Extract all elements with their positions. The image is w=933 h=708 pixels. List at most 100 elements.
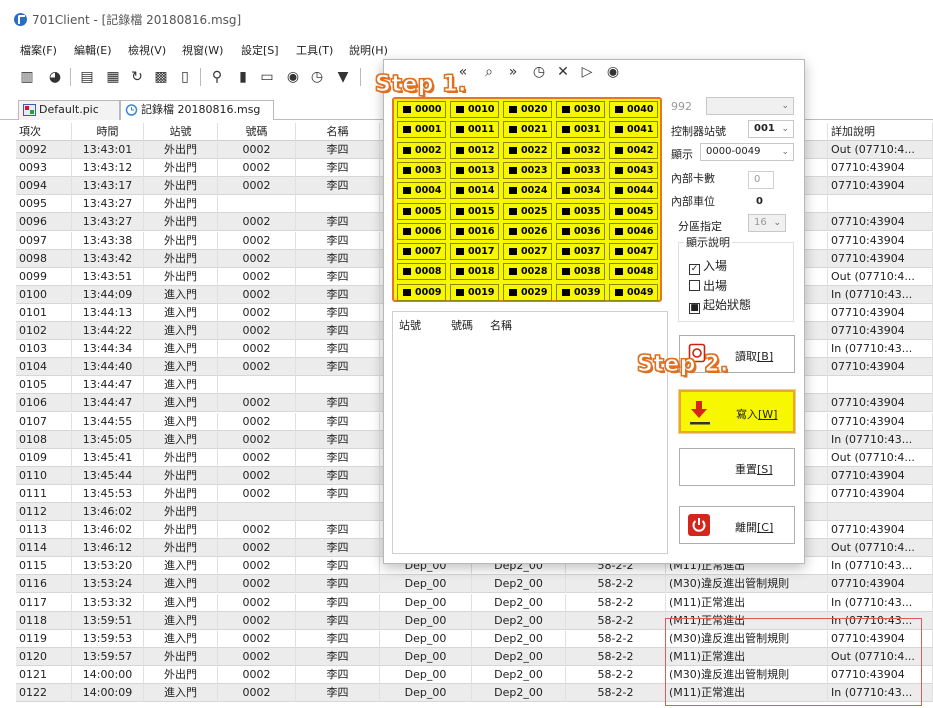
io-point-button[interactable]: 0040 [609,101,658,118]
menu-settings[interactable]: 設定[S] [241,42,279,58]
play-icon[interactable]: ▷ [578,63,596,81]
io-point-button[interactable]: 0012 [450,141,499,159]
io-point-button[interactable]: 0014 [450,182,499,200]
reset-button[interactable]: 重置[S] [679,448,795,486]
io-point-button[interactable]: 0005 [397,202,446,220]
io-point-button[interactable]: 0024 [503,182,552,200]
write-button-label: 寫入 [736,408,758,421]
tab-log-file[interactable]: 記錄檔 20180816.msg [120,100,274,120]
table-row[interactable]: 0117 13:53:32 進入門 0002 李四 Dep_00 Dep2_00 58-2-2… [16,593,933,612]
tab-default-pic[interactable]: Default.pic [18,100,120,120]
calendar-icon[interactable]: ▦ [104,68,122,86]
io-point-button[interactable]: 0007 [397,243,446,261]
checked-icon: ✓ [689,264,700,275]
step2-annotation: Step 2. [637,352,729,378]
grid-cell: 李四 [296,141,380,159]
io-point-button[interactable]: 0044 [609,182,658,200]
io-point-button[interactable]: 0010 [450,101,499,118]
io-point-button[interactable]: 0042 [609,141,658,159]
io-point-button[interactable]: 0021 [503,121,552,139]
grid-cell: 外出門 [144,177,218,196]
io-point-button[interactable]: 0028 [503,263,552,281]
next-icon[interactable]: » [504,63,522,81]
io-point-button[interactable]: 0033 [556,161,605,179]
menu-window[interactable]: 視窗(W) [182,42,223,58]
io-point-button[interactable]: 0041 [609,121,658,139]
io-point-button[interactable]: 0008 [397,263,446,281]
io-point-button[interactable]: 0009 [397,283,446,301]
menu-tools[interactable]: 工具(T) [296,42,333,58]
io-point-button[interactable]: 0032 [556,141,605,159]
car-slot-label: 內部車位 [671,195,715,208]
io-point-button[interactable]: 0043 [609,161,658,179]
io-point-button[interactable]: 0000 [397,101,446,118]
read-button-label: 讀取 [735,350,757,363]
exit-button[interactable]: 離開[C] [679,506,795,544]
card-icon[interactable]: ▮ [234,68,252,86]
io-point-button[interactable]: 0004 [397,182,446,200]
io-point-button[interactable]: 0022 [503,141,552,159]
history-icon[interactable]: ◷ [530,63,548,81]
filter-icon[interactable]: ▼ [334,68,352,86]
io-point-button[interactable]: 0029 [503,283,552,301]
io-point-button[interactable]: 0030 [556,101,605,118]
grid-cell: 進入門 [144,611,218,630]
io-point-button[interactable]: 0031 [556,121,605,139]
io-point-button[interactable]: 0006 [397,222,446,240]
menu-help[interactable]: 說明(H) [349,42,388,58]
search-icon[interactable]: ⌕ [480,63,498,81]
io-point-button[interactable]: 0011 [450,121,499,139]
io-point-button[interactable]: 0049 [609,283,658,301]
menu-file[interactable]: 檔案(F) [20,42,57,58]
io-point-button[interactable]: 0001 [397,121,446,139]
preview-icon[interactable]: ◕ [46,68,64,86]
grid-cell: Dep2_00 [472,593,566,612]
io-point-button[interactable]: 0046 [609,222,658,240]
pin-icon[interactable]: ✕ [554,63,572,81]
grid-cell: 外出門 [144,448,218,467]
io-point-button[interactable]: 0013 [450,161,499,179]
users-icon[interactable]: ⚲ [208,68,226,86]
database-icon[interactable]: ▩ [152,68,170,86]
io-point-button[interactable]: 0045 [609,202,658,220]
table-row[interactable]: 0116 13:53:24 進入門 0002 李四 Dep_00 Dep2_00 58-2-2… [16,575,933,594]
io-point-button[interactable]: 0018 [450,263,499,281]
write-button[interactable]: 寫入[W] [679,390,795,433]
grid-cell: 李四 [296,430,380,449]
stop-icon[interactable]: ◉ [604,63,622,81]
archive-icon[interactable]: ▭ [258,68,276,86]
io-point-button[interactable]: 0002 [397,141,446,159]
menu-edit[interactable]: 編輯(E) [74,42,112,58]
controller-select[interactable]: 001 ⌄ [748,120,794,138]
io-point-button[interactable]: 0025 [503,202,552,220]
io-point-button[interactable]: 0047 [609,243,658,261]
io-point-button[interactable]: 0037 [556,243,605,261]
clock-icon[interactable]: ◷ [308,68,326,86]
io-point-button[interactable]: 0048 [609,263,658,281]
io-point-button[interactable]: 0003 [397,161,446,179]
lock-icon[interactable]: ◉ [284,68,302,86]
legend-start: ■ 起始狀態 [689,296,751,314]
edit-icon[interactable]: ▤ [78,68,96,86]
station-list[interactable]: 站號 號碼 名稱 [392,311,668,554]
io-point-button[interactable]: 0015 [450,202,499,220]
io-point-button[interactable]: 0020 [503,101,552,118]
menu-view[interactable]: 檢視(V) [128,42,166,58]
io-point-button[interactable]: 0027 [503,243,552,261]
io-point-button[interactable]: 0023 [503,161,552,179]
print-icon[interactable]: ▥ [18,68,36,86]
refresh-icon[interactable]: ↻ [128,68,146,86]
grid-cell: 進入門 [144,358,218,377]
io-point-button[interactable]: 0038 [556,263,605,281]
io-point-button[interactable]: 0019 [450,283,499,301]
io-point-button[interactable]: 0026 [503,222,552,240]
grid-cell: Dep2_00 [472,629,566,648]
io-point-button[interactable]: 0017 [450,243,499,261]
io-point-button[interactable]: 0016 [450,222,499,240]
io-point-button[interactable]: 0035 [556,202,605,220]
io-point-button[interactable]: 0039 [556,283,605,301]
display-range-select[interactable]: 0000-0049 ⌄ [700,143,794,161]
chart-icon[interactable]: ▯ [176,68,194,86]
io-point-button[interactable]: 0034 [556,182,605,200]
io-point-button[interactable]: 0036 [556,222,605,240]
